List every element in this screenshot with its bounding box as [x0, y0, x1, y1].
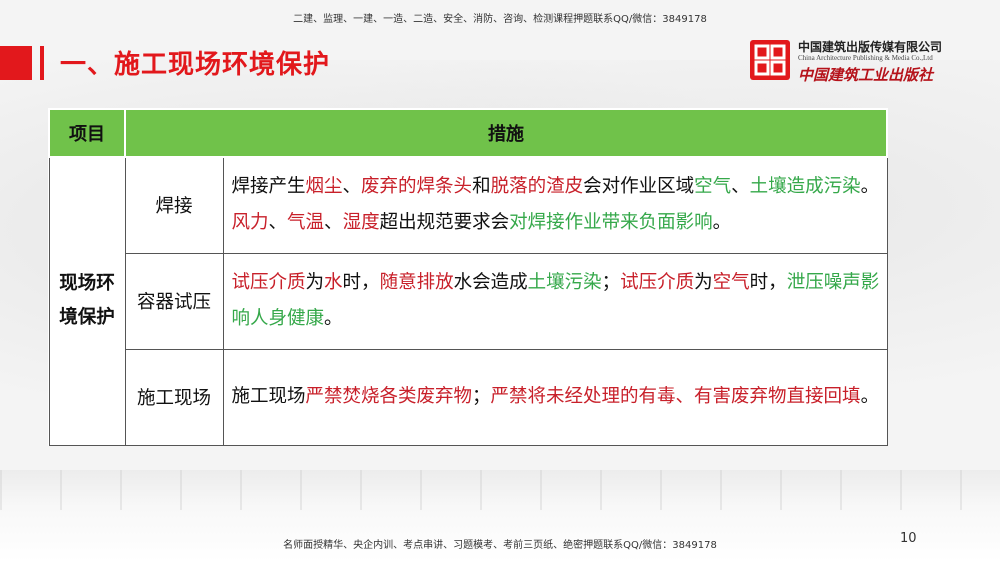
measure-text-segment: 严禁将未经处理的有毒、有害废弃物直接回填	[490, 386, 861, 407]
measure-text-segment: 。	[860, 176, 880, 198]
measure-text-segment: 脱落的渣皮	[490, 176, 584, 198]
measure-text-segment: 湿度	[342, 212, 380, 234]
measure-text-segment: 为	[305, 272, 325, 293]
measure-text-segment: 时，	[749, 272, 787, 293]
publisher-name-en: China Architecture Publishing & Media Co…	[798, 54, 933, 62]
measure-text-segment: 、	[731, 176, 750, 198]
category-cell: 现场环境保护	[48, 156, 126, 446]
measure-text-segment: 、	[324, 212, 343, 234]
publisher-logo-icon	[750, 40, 790, 80]
measure-text-segment: ；	[601, 272, 621, 293]
measure-text-segment: 焊接产生	[231, 176, 306, 198]
measure-text-segment: 对焊接作业带来负面影响	[509, 212, 713, 234]
sub-item-cell: 施工现场	[124, 348, 224, 446]
measure-text-segment: 超出规范要求会	[379, 212, 510, 234]
measure-cell: 试压介质为水时，随意排放水会造成土壤污染；试压介质为空气时，泄压噪声影响人身健康…	[222, 252, 888, 350]
measure-text-segment: 试压介质	[620, 272, 695, 293]
header-item: 项目	[48, 108, 126, 158]
table-row: 容器试压 试压介质为水时，随意排放水会造成土壤污染；试压介质为空气时，泄压噪声影…	[49, 252, 888, 350]
measure-text-segment: 随意排放	[379, 272, 454, 293]
header-note: 二建、监理、一建、一造、二造、安全、消防、咨询、检测课程押题联系QQ/微信：38…	[293, 14, 707, 25]
measure-cell: 焊接产生烟尘、废弃的焊条头和脱落的渣皮会对作业区域空气、土壤造成污染。风力、气温…	[222, 156, 888, 254]
footer-note: 名师面授精华、央企内训、考点串讲、习题模考、考前三页纸、绝密押题联系QQ/微信：…	[283, 540, 717, 551]
measure-text-segment: 和	[472, 176, 491, 198]
measure-text-segment: 水会造成	[453, 272, 528, 293]
title-accent-bar-thin	[40, 46, 44, 80]
measure-text-segment: 风力	[231, 212, 269, 234]
publisher-name-cn: 中国建筑出版传媒有限公司	[798, 40, 943, 54]
measure-text-segment: 空气	[712, 272, 750, 293]
table-header-row: 项目 措施	[48, 108, 888, 158]
measure-text-segment: 时，	[342, 272, 380, 293]
measure-text-segment: 会对作业区域	[583, 176, 695, 198]
measure-text-segment: 土壤污染	[527, 272, 602, 293]
measure-text-segment: ；	[472, 386, 491, 407]
publisher-calligraphy: 中国建筑工业出版社	[798, 66, 934, 84]
sub-item-cell: 焊接	[124, 156, 224, 254]
slide-title: 一、施工现场环境保护	[60, 50, 331, 80]
measure-text-segment: 。	[860, 386, 880, 407]
publisher-logo: 中国建筑出版传媒有限公司 China Architecture Publishi…	[750, 38, 970, 88]
table-row: 施工现场 施工现场严禁焚烧各类废弃物；严禁将未经处理的有毒、有害废弃物直接回填。	[49, 348, 888, 446]
measure-text-segment: 水	[324, 272, 343, 293]
measure-text-segment: 土壤造成污染	[749, 176, 861, 198]
measure-text-segment: 废弃的焊条头	[361, 176, 473, 198]
measure-text-segment: 空气	[694, 176, 732, 198]
measure-text-segment: 、	[268, 212, 288, 234]
measures-table: 项目 措施 现场环境保护 焊接 焊接产生烟尘、废弃的焊条头和脱落的渣皮会对作业区…	[48, 108, 888, 446]
sub-item-cell: 容器试压	[124, 252, 224, 350]
title-accent-bar-wide	[0, 46, 32, 80]
measure-text-segment: 试压介质	[231, 272, 306, 293]
header-measures: 措施	[124, 108, 888, 158]
measure-text-segment: 为	[694, 272, 713, 293]
measure-text-segment: 。	[324, 308, 343, 329]
table-row: 现场环境保护 焊接 焊接产生烟尘、废弃的焊条头和脱落的渣皮会对作业区域空气、土壤…	[48, 156, 888, 446]
measure-text-segment: 烟尘	[305, 176, 343, 198]
measure-text-segment: 气温	[287, 212, 325, 234]
measure-text-segment: 严禁焚烧各类废弃物	[305, 386, 473, 407]
measure-text-segment: 、	[342, 176, 362, 198]
measure-text-segment: 。	[712, 212, 732, 234]
measure-cell: 施工现场严禁焚烧各类废弃物；严禁将未经处理的有毒、有害废弃物直接回填。	[222, 348, 888, 446]
measure-text-segment: 施工现场	[231, 386, 306, 407]
